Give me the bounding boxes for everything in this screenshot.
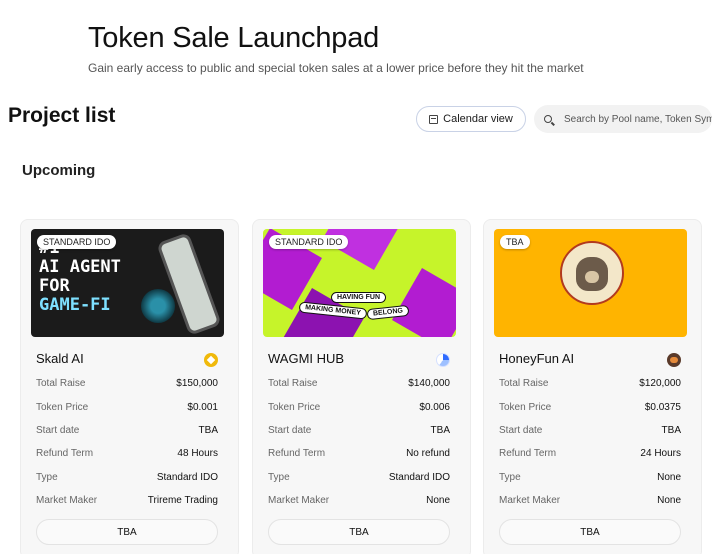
honeyfun-logo	[560, 241, 624, 305]
detail-row: Market Maker None	[268, 495, 450, 507]
tba-button[interactable]: TBA	[499, 519, 681, 545]
detail-row: Type None	[499, 471, 681, 483]
detail-row: Total Raise $150,000	[36, 378, 218, 390]
page-header: Token Sale Launchpad Gain early access t…	[88, 22, 584, 75]
bnb-chain-icon	[204, 353, 218, 367]
project-image: HAVING FUN MAKING MONEY BELONG STANDARD …	[263, 229, 456, 337]
detail-row: Market Maker None	[499, 495, 681, 507]
detail-row: Refund Term 48 Hours	[36, 448, 218, 460]
detail-row: Total Raise $120,000	[499, 378, 681, 390]
calendar-view-button[interactable]: Calendar view	[416, 106, 526, 132]
project-details: Total Raise $140,000 Token Price $0.006 St…	[268, 372, 450, 512]
project-details: Total Raise $150,000 Token Price $0.001 St…	[36, 372, 218, 512]
page-subtitle: Gain early access to public and special …	[88, 61, 584, 75]
search-icon	[544, 115, 552, 123]
search-input[interactable]	[564, 113, 712, 125]
tba-button[interactable]: TBA	[268, 519, 450, 545]
detail-row: Type Standard IDO	[36, 471, 218, 483]
calendar-view-label: Calendar view	[443, 113, 513, 125]
detail-row: Token Price $0.006	[268, 401, 450, 413]
bear-chain-icon	[667, 353, 681, 367]
project-name: HoneyFun AI	[499, 351, 575, 366]
project-card[interactable]: HAVING FUN MAKING MONEY BELONG STANDARD …	[252, 219, 471, 554]
page-title: Token Sale Launchpad	[88, 22, 380, 54]
sale-type-badge: STANDARD IDO	[37, 235, 117, 249]
project-card[interactable]: #1 AI AGENT FOR GAME-FI STANDARD IDO Ska…	[20, 219, 239, 554]
joystick-graphic	[141, 289, 175, 323]
sale-type-badge: STANDARD IDO	[269, 235, 349, 249]
group-title-upcoming: Upcoming	[22, 162, 96, 179]
detail-row: Total Raise $140,000	[268, 378, 450, 390]
project-image: TBA	[494, 229, 687, 337]
image-label: HAVING FUN	[331, 292, 387, 303]
detail-row: Market Maker Trireme Trading	[36, 495, 218, 507]
detail-row: Refund Term 24 Hours	[499, 448, 681, 460]
detail-row: Start date TBA	[36, 424, 218, 436]
detail-row: Start date TBA	[499, 424, 681, 436]
bear-graphic	[576, 257, 608, 291]
project-image-text: #1 AI AGENT FOR GAME-FI	[39, 239, 121, 315]
detail-row: Type Standard IDO	[268, 471, 450, 483]
project-image: #1 AI AGENT FOR GAME-FI STANDARD IDO	[31, 229, 224, 337]
blue-chain-icon	[436, 353, 450, 367]
search-box[interactable]	[534, 105, 712, 133]
detail-row: Start date TBA	[268, 424, 450, 436]
detail-row: Token Price $0.0375	[499, 401, 681, 413]
sale-type-badge: TBA	[500, 235, 530, 249]
tba-button[interactable]: TBA	[36, 519, 218, 545]
detail-row: Token Price $0.001	[36, 401, 218, 413]
project-name: WAGMI HUB	[268, 351, 345, 366]
calendar-icon	[429, 114, 439, 124]
section-title: Project list	[8, 104, 116, 127]
detail-row: Refund Term No refund	[268, 448, 450, 460]
project-details: Total Raise $120,000 Token Price $0.0375 S…	[499, 372, 681, 512]
project-name: Skald AI	[36, 351, 84, 366]
project-card[interactable]: TBA HoneyFun AI Total Raise $120,000 Toke…	[483, 219, 702, 554]
